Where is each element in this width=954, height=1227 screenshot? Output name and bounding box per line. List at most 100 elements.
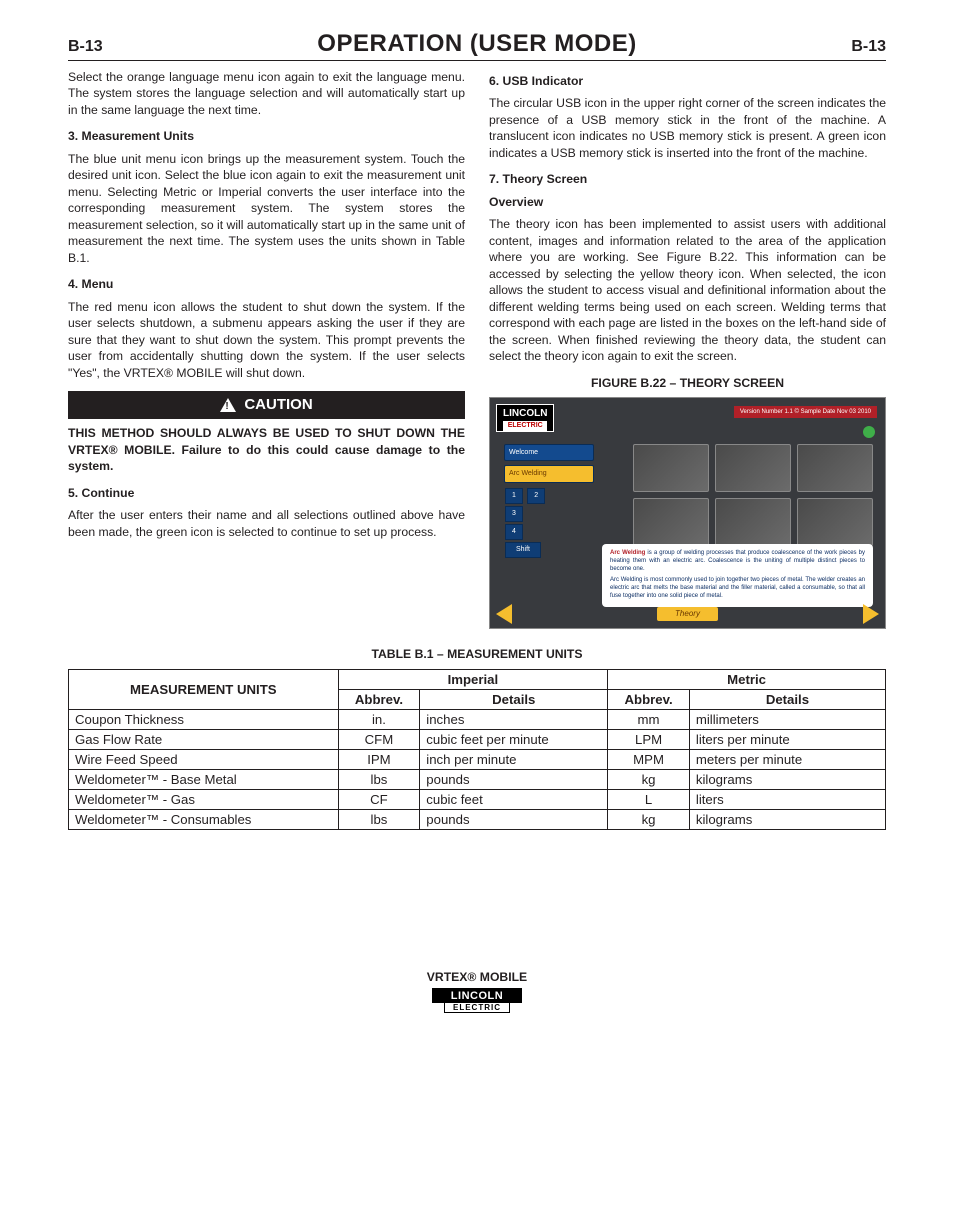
cell-ia: in.: [338, 709, 420, 729]
section-5-body: After the user enters their name and all…: [68, 507, 465, 540]
section-3-heading: 3. Measurement Units: [68, 128, 465, 144]
table-body: Coupon Thickness in. inches mm millimete…: [69, 709, 886, 829]
cell-ia: CF: [338, 789, 420, 809]
cell-ma: kg: [608, 769, 690, 789]
th-imp-details: Details: [420, 689, 608, 709]
cell-md: kilograms: [689, 809, 885, 829]
key-2[interactable]: 2: [527, 488, 545, 504]
cell-ma: MPM: [608, 749, 690, 769]
lincoln-logo-bot: ELECTRIC: [503, 421, 547, 430]
th-met-details: Details: [689, 689, 885, 709]
cell-id: pounds: [420, 769, 608, 789]
th-met-abbrev: Abbrev.: [608, 689, 690, 709]
version-strip: Version Number 1.1 © Sample Date Nov 03 …: [734, 406, 877, 418]
cell-id: inches: [420, 709, 608, 729]
caution-label: CAUTION: [244, 395, 312, 415]
page-header: B-13 OPERATION (USER MODE) B-13: [68, 30, 886, 61]
warning-icon: [220, 398, 236, 412]
desc-highlight: Arc Welding: [610, 550, 645, 556]
arrow-right-icon[interactable]: [863, 604, 879, 624]
section-4-body: The red menu icon allows the student to …: [68, 299, 465, 381]
figure-caption: FIGURE B.22 – THEORY SCREEN: [489, 375, 886, 391]
theory-button[interactable]: Theory: [657, 607, 718, 622]
intro-paragraph: Select the orange language menu icon aga…: [68, 69, 465, 118]
section-5-heading: 5. Continue: [68, 485, 465, 501]
cell-name: Weldometer™ - Base Metal: [69, 769, 339, 789]
usb-indicator-icon: [863, 426, 875, 438]
lincoln-logo: LINCOLN ELECTRIC: [496, 404, 554, 432]
cell-ia: CFM: [338, 729, 420, 749]
th-measurement-units: MEASUREMENT UNITS: [69, 669, 339, 709]
cell-ma: mm: [608, 709, 690, 729]
section-7-body: The theory icon has been implemented to …: [489, 216, 886, 364]
footer-product: VRTEX® MOBILE: [68, 970, 886, 984]
page-footer: VRTEX® MOBILE LINCOLN ELECTRIC: [68, 970, 886, 1013]
desc-line-1: is a group of welding processes that pro…: [610, 550, 865, 572]
footer-logo-top: LINCOLN: [432, 988, 522, 1003]
theory-screen-figure: LINCOLN ELECTRIC Version Number 1.1 © Sa…: [489, 397, 886, 629]
cell-id: pounds: [420, 809, 608, 829]
cell-name: Gas Flow Rate: [69, 729, 339, 749]
figure-sidebar: Welcome Arc Welding 1 2 3 4 Shift: [504, 444, 594, 559]
key-3[interactable]: 3: [505, 506, 523, 522]
tile-6[interactable]: [797, 498, 873, 546]
arrow-left-icon[interactable]: [496, 604, 512, 624]
table-row: Weldometer™ - Base Metal lbs pounds kg k…: [69, 769, 886, 789]
table-row: Gas Flow Rate CFM cubic feet per minute …: [69, 729, 886, 749]
cell-name: Coupon Thickness: [69, 709, 339, 729]
figure-footer: Theory: [490, 604, 885, 624]
tile-2[interactable]: [715, 444, 791, 492]
cell-ia: lbs: [338, 809, 420, 829]
cell-md: millimeters: [689, 709, 885, 729]
th-imp-abbrev: Abbrev.: [338, 689, 420, 709]
sidebar-item-arcwelding[interactable]: Arc Welding: [504, 465, 594, 482]
caution-bar: CAUTION: [68, 391, 465, 419]
cell-md: meters per minute: [689, 749, 885, 769]
cell-id: inch per minute: [420, 749, 608, 769]
table-row: Coupon Thickness in. inches mm millimete…: [69, 709, 886, 729]
table-row: Weldometer™ - Gas CF cubic feet L liters: [69, 789, 886, 809]
page: B-13 OPERATION (USER MODE) B-13 Select t…: [0, 0, 954, 1053]
key-1[interactable]: 1: [505, 488, 523, 504]
footer-logo-bot: ELECTRIC: [444, 1003, 510, 1013]
key-4[interactable]: 4: [505, 524, 523, 540]
header-title: OPERATION (USER MODE): [317, 30, 636, 58]
overview-heading: Overview: [489, 194, 886, 210]
table-row: Wire Feed Speed IPM inch per minute MPM …: [69, 749, 886, 769]
tile-1[interactable]: [633, 444, 709, 492]
cell-ma: LPM: [608, 729, 690, 749]
sidebar-item-welcome[interactable]: Welcome: [504, 444, 594, 461]
measurement-units-table: MEASUREMENT UNITS Imperial Metric Abbrev…: [68, 669, 886, 830]
tile-3[interactable]: [797, 444, 873, 492]
key-shift[interactable]: Shift: [505, 542, 541, 558]
tile-5[interactable]: [715, 498, 791, 546]
cell-md: liters: [689, 789, 885, 809]
cell-md: kilograms: [689, 769, 885, 789]
cell-name: Weldometer™ - Consumables: [69, 809, 339, 829]
table-row: Weldometer™ - Consumables lbs pounds kg …: [69, 809, 886, 829]
cell-name: Wire Feed Speed: [69, 749, 339, 769]
header-left: B-13: [68, 38, 103, 56]
figure-tiles: [633, 444, 873, 546]
section-7-heading: 7. Theory Screen: [489, 171, 886, 187]
tile-4[interactable]: [633, 498, 709, 546]
desc-line-2: Arc Welding is most commonly used to joi…: [610, 577, 865, 600]
cell-ma: kg: [608, 809, 690, 829]
th-metric: Metric: [608, 669, 886, 689]
section-3-body: The blue unit menu icon brings up the me…: [68, 151, 465, 266]
cell-ia: lbs: [338, 769, 420, 789]
cell-md: liters per minute: [689, 729, 885, 749]
section-6-body: The circular USB icon in the upper right…: [489, 95, 886, 161]
th-imperial: Imperial: [338, 669, 608, 689]
figure-description: Arc Welding is a group of welding proces…: [602, 544, 873, 607]
caution-body: THIS METHOD SHOULD ALWAYS BE USED TO SHU…: [68, 425, 465, 474]
left-column: Select the orange language menu icon aga…: [68, 69, 465, 629]
cell-ia: IPM: [338, 749, 420, 769]
right-column: 6. USB Indicator The circular USB icon i…: [489, 69, 886, 629]
section-6-heading: 6. USB Indicator: [489, 73, 886, 89]
cell-id: cubic feet per minute: [420, 729, 608, 749]
header-right: B-13: [851, 38, 886, 56]
cell-name: Weldometer™ - Gas: [69, 789, 339, 809]
content-columns: Select the orange language menu icon aga…: [68, 69, 886, 629]
lincoln-logo-top: LINCOLN: [503, 408, 547, 419]
